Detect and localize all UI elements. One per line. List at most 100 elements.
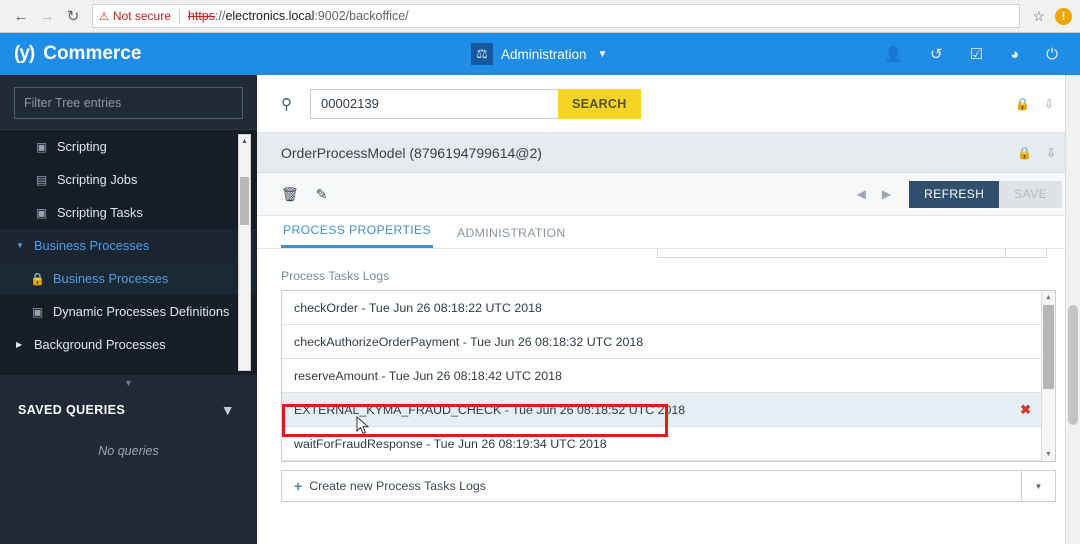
app-body: ▣ Scripting ▤ Scripting Jobs ▣ Scripting… [0, 75, 1080, 544]
filter-tree-input[interactable] [14, 87, 243, 119]
url-separator: :// [215, 9, 226, 23]
script-job-icon: ▤ [35, 172, 48, 187]
star-icon[interactable]: ☆ [1026, 8, 1051, 25]
list-item[interactable]: reserveAmount - Tue Jun 26 08:18:42 UTC … [282, 359, 1055, 393]
navigation-tree: ▣ Scripting ▤ Scripting Jobs ▣ Scripting… [0, 129, 257, 375]
next-page-icon[interactable]: ▶ [874, 187, 899, 201]
page-scrollbar[interactable] [1065, 75, 1080, 544]
warning-triangle-icon: ⚠ [99, 10, 109, 23]
tree-group-background-processes[interactable]: ▶ Background Processes [0, 328, 257, 361]
reload-icon[interactable]: ↻ [60, 3, 86, 29]
chevron-down-icon[interactable]: ▼ [16, 241, 26, 250]
dynamic-process-icon: ▣ [31, 304, 44, 319]
search-bar: ⚲ SEARCH 🔒 ⇩ [257, 75, 1080, 133]
scroll-up-arrow-icon[interactable]: ▲ [1042, 291, 1055, 304]
tab-administration[interactable]: ADMINISTRATION [455, 226, 568, 248]
administration-menu[interactable]: ⚖ Administration ▼ [471, 33, 607, 75]
topbar-icon-group: 👤 ↺ ☑ ◕ ⏻ [884, 47, 1080, 62]
tree-item-scripting-tasks[interactable]: ▣ Scripting Tasks [0, 196, 257, 229]
log-entry-text: reserveAmount - Tue Jun 26 08:18:42 UTC … [294, 368, 562, 383]
back-arrow-icon[interactable]: ← [8, 3, 34, 29]
log-entry-text: waitForFraudResponse - Tue Jun 26 08:19:… [294, 436, 607, 451]
trash-icon[interactable]: 🗑 [281, 186, 299, 203]
search-input[interactable] [310, 88, 558, 119]
funnel-icon[interactable]: ▼ [221, 402, 235, 418]
security-indicator[interactable]: ⚠ Not secure [99, 9, 171, 23]
chevron-right-icon[interactable]: ▶ [16, 340, 26, 349]
double-chevron-down-icon[interactable]: ⇩ [1046, 146, 1056, 160]
field-divider [1005, 249, 1006, 257]
administration-label: Administration [501, 46, 587, 62]
tree-item-label: Scripting [57, 139, 107, 154]
save-button: SAVE [999, 180, 1062, 208]
panel-header-actions: 🔒 ⇩ [1017, 146, 1056, 160]
page-title: OrderProcessModel (8796194799614@2) [281, 144, 542, 161]
filter-tree-wrapper [0, 75, 257, 129]
lock-icon[interactable]: 🔒 [1015, 97, 1030, 111]
history-icon[interactable]: ↺ [930, 47, 943, 62]
scroll-up-arrow-icon[interactable]: ▲ [239, 135, 250, 147]
tree-item-scripting[interactable]: ▣ Scripting [0, 130, 257, 163]
list-item-selected[interactable]: EXTERNAL_KYMA_FRAUD_CHECK - Tue Jun 26 0… [282, 393, 1055, 427]
process-tasks-logs-list: checkOrder - Tue Jun 26 08:18:22 UTC 201… [281, 290, 1056, 462]
script-icon: ▣ [35, 139, 48, 154]
forward-arrow-icon: → [39, 7, 55, 25]
no-queries-message: No queries [98, 444, 159, 458]
remove-icon[interactable]: ✖ [1020, 402, 1043, 418]
tree-scrollbar[interactable]: ▲ [238, 134, 251, 371]
tree-item-label: Scripting Jobs [57, 172, 138, 187]
tab-process-properties[interactable]: PROCESS PROPERTIES [281, 223, 433, 248]
scroll-down-arrow-icon[interactable]: ▼ [1042, 448, 1055, 461]
tree-item-label: Business Processes [34, 238, 150, 253]
globe-icon[interactable]: ◕ [1010, 47, 1019, 62]
tree-item-label: Scripting Tasks [57, 205, 143, 220]
list-item[interactable]: waitForFraudResponse - Tue Jun 26 08:19:… [282, 427, 1055, 461]
tree-item-scripting-jobs[interactable]: ▤ Scripting Jobs [0, 163, 257, 196]
log-entry-text: checkOrder - Tue Jun 26 08:18:22 UTC 201… [294, 300, 542, 315]
tree-group-business-processes[interactable]: ▼ Business Processes [0, 229, 257, 262]
lock-icon[interactable]: 🔒 [1017, 146, 1032, 160]
log-entry-text: checkAuthorizeOrderPayment - Tue Jun 26 … [294, 334, 644, 349]
tree-item-label: Business Processes [53, 271, 169, 286]
mouse-cursor [356, 416, 370, 435]
tree-item-business-processes[interactable]: 🔒 Business Processes [0, 262, 257, 295]
tree-item-dynamic-processes-definitions[interactable]: ▣ Dynamic Processes Definitions [0, 295, 257, 328]
brand-logo[interactable]: (y) Commerce [0, 43, 257, 65]
prev-page-icon[interactable]: ◀ [849, 187, 874, 201]
saved-queries-header: SAVED QUERIES ▼ [0, 390, 257, 428]
plus-icon: + [294, 478, 303, 494]
chevron-down-icon[interactable]: ▼ [1021, 471, 1055, 501]
tree-item-label: Dynamic Processes Definitions [53, 304, 230, 319]
main-content: ⚲ SEARCH 🔒 ⇩ OrderProcessModel (87961947… [257, 75, 1080, 544]
url-text: https://electronics.local:9002/backoffic… [188, 9, 409, 23]
checkbox-icon[interactable]: ☑ [970, 47, 983, 62]
list-scrollbar-thumb[interactable] [1043, 305, 1054, 389]
edit-pencil-icon[interactable]: ✎ [316, 186, 328, 203]
log-entry-text: EXTERNAL_KYMA_FRAUD_CHECK - Tue Jun 26 0… [294, 402, 686, 417]
double-chevron-down-icon[interactable]: ⇩ [1044, 97, 1054, 111]
truncated-field-above[interactable] [657, 249, 1047, 258]
list-item[interactable]: checkOrder - Tue Jun 26 08:18:22 UTC 201… [282, 291, 1055, 325]
refresh-button[interactable]: REFRESH [909, 180, 1000, 208]
tab-content: Process Tasks Logs checkOrder - Tue Jun … [257, 249, 1080, 502]
search-add-icon[interactable]: ⚲ [281, 95, 292, 113]
page-scrollbar-thumb[interactable] [1068, 305, 1078, 425]
list-item[interactable]: checkAuthorizeOrderPayment - Tue Jun 26 … [282, 325, 1055, 359]
address-bar[interactable]: ⚠ Not secure https://electronics.local:9… [92, 4, 1021, 28]
tree-resize-handle[interactable]: ▼ [0, 375, 257, 390]
user-icon[interactable]: 👤 [884, 47, 903, 62]
create-new-process-tasks-logs[interactable]: + Create new Process Tasks Logs ▼ [281, 470, 1056, 502]
tree-scrollbar-thumb[interactable] [240, 177, 249, 225]
app-topbar: (y) Commerce ⚖ Administration ▼ 👤 ↺ ☑ ◕ … [0, 33, 1080, 75]
create-new-label: Create new Process Tasks Logs [309, 479, 486, 493]
browser-toolbar: ← → ↻ ⚠ Not secure https://electronics.l… [0, 0, 1080, 33]
toolbar-right-group: ◀ ▶ REFRESH SAVE [849, 180, 1062, 208]
power-icon[interactable]: ⏻ [1046, 47, 1058, 62]
search-button[interactable]: SEARCH [558, 88, 641, 119]
profile-alert-badge[interactable]: ! [1055, 7, 1072, 25]
commerce-logo-icon: (y) [14, 43, 35, 64]
url-scheme: https [187, 9, 216, 23]
editor-toolbar: 🗑 ✎ ◀ ▶ REFRESH SAVE [257, 173, 1080, 216]
search-box: SEARCH [310, 88, 641, 119]
list-scrollbar[interactable]: ▲ ▼ [1041, 291, 1055, 461]
